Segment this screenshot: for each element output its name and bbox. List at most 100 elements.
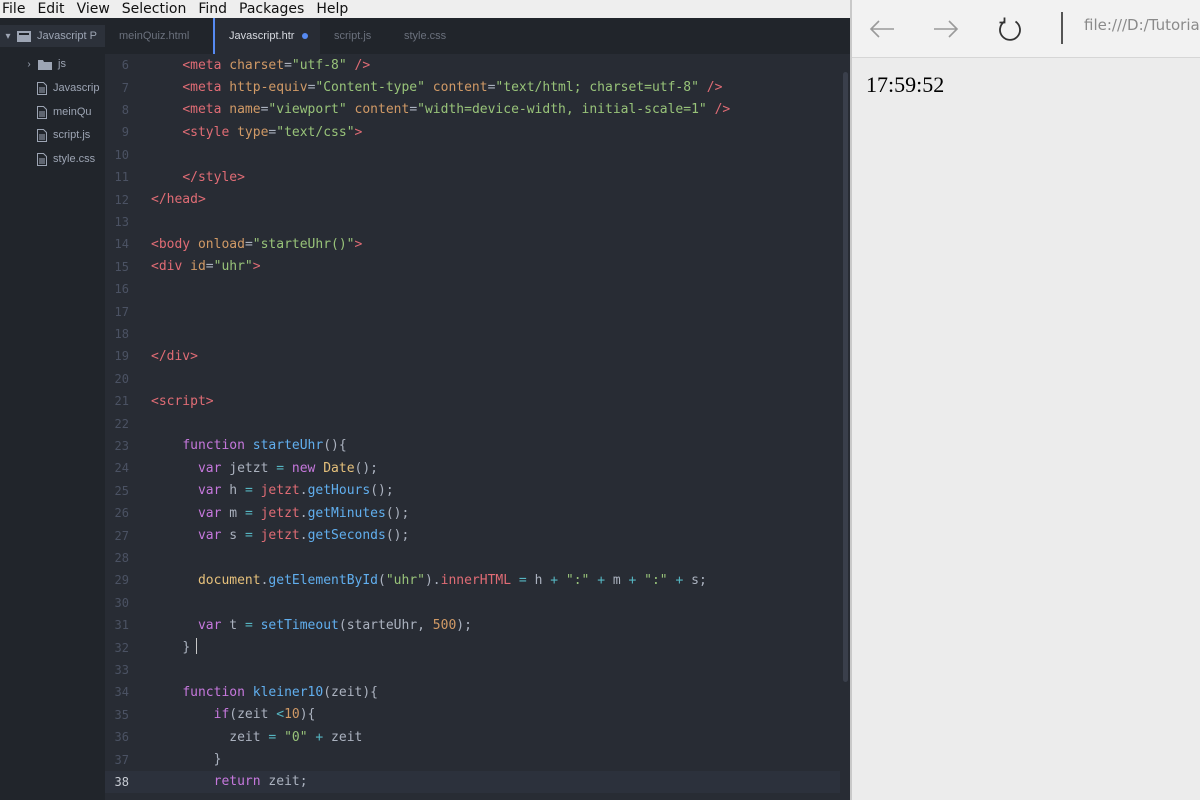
modified-dot-icon: [302, 33, 309, 39]
forward-button[interactable]: [928, 11, 964, 47]
code-line[interactable]: 6 <meta charset="utf-8" />: [105, 54, 840, 76]
code-line[interactable]: 12 </head>: [105, 188, 840, 210]
tab-meinquiz[interactable]: meinQuiz.html: [105, 18, 213, 54]
menu-edit[interactable]: Edit: [37, 0, 64, 18]
menu-selection[interactable]: Selection: [122, 0, 187, 18]
tab-label: Javascript.htr: [229, 30, 295, 42]
arrow-right-icon: [934, 20, 959, 38]
menu-file[interactable]: File: [2, 0, 25, 18]
code-line[interactable]: 11 </style>: [105, 166, 840, 188]
line-number: 26: [114, 506, 129, 521]
tree-item-file[interactable]: Javascrip: [0, 77, 105, 99]
code-line[interactable]: 29 document.getElementById("uhr").innerH…: [105, 569, 840, 591]
code-line[interactable]: 8 <meta name="viewport" content="width=d…: [105, 99, 840, 121]
code-line[interactable]: 20: [105, 368, 840, 390]
clock-output: 17:59:52: [866, 72, 945, 97]
code-line[interactable]: 30: [105, 592, 840, 614]
code-line[interactable]: 15 <div id="uhr">: [105, 256, 840, 278]
line-number: 38: [114, 774, 129, 789]
scrollbar-thumb[interactable]: [843, 72, 848, 682]
code-token: </style>: [182, 169, 245, 185]
code-text: </div>: [151, 349, 198, 364]
line-number: 14: [114, 237, 129, 252]
code-token: =: [518, 572, 535, 588]
tree-project-root[interactable]: ▾ Javascript P: [0, 25, 105, 47]
tree-item-file[interactable]: script.js: [0, 124, 105, 146]
code-line[interactable]: 34 function kleiner10(zeit){: [105, 681, 840, 703]
code-text: </head>: [151, 192, 206, 207]
code-token: s: [229, 528, 245, 544]
code-line[interactable]: 31 var t = setTimeout(starteUhr, 500);: [105, 614, 840, 636]
menu-help[interactable]: Help: [316, 0, 348, 18]
arrow-left-icon: [869, 20, 894, 38]
tree-item-file[interactable]: style.css: [0, 148, 105, 170]
code-text: var s = jetzt.getSeconds();: [151, 528, 409, 543]
line-number: 28: [114, 550, 129, 565]
tree-item-label: js: [58, 58, 66, 70]
code-token: kleiner10: [252, 684, 324, 700]
code-line[interactable]: 10: [105, 144, 840, 166]
code-line[interactable]: 24 var jetzt = new Date();: [105, 457, 840, 479]
code-line[interactable]: 14 <body onload="starteUhr()">: [105, 233, 840, 255]
line-number: 12: [114, 192, 129, 207]
tab-style-css[interactable]: style.css: [390, 18, 470, 54]
code-line[interactable]: 18: [105, 323, 840, 345]
tab-script-js[interactable]: script.js: [320, 18, 390, 54]
menu-view[interactable]: View: [77, 0, 110, 18]
address-bar[interactable]: file:///D:/Tutoria: [1084, 16, 1200, 34]
code-token: =: [268, 729, 285, 745]
code-line[interactable]: 13: [105, 211, 840, 233]
reload-button[interactable]: [992, 11, 1028, 47]
menu-find[interactable]: Find: [198, 0, 227, 18]
code-text: var h = jetzt.getHours();: [151, 483, 394, 498]
code-line[interactable]: 38 return zeit;: [105, 770, 840, 794]
line-number: 11: [114, 170, 129, 185]
code-line[interactable]: 37 }: [105, 748, 840, 770]
menu-packages[interactable]: Packages: [239, 0, 304, 18]
tree-item-folder-js[interactable]: › js: [0, 53, 105, 75]
code-line[interactable]: 26 var m = jetzt.getMinutes();: [105, 502, 840, 524]
code-line[interactable]: 22: [105, 412, 840, 434]
file-icon: [37, 128, 47, 142]
editor-scrollbar[interactable]: [840, 54, 850, 800]
line-number: 6: [121, 58, 129, 73]
code-line[interactable]: 19 </div>: [105, 345, 840, 367]
browser-toolbar: file:///D:/Tutoria: [852, 0, 1200, 58]
code-line[interactable]: 16: [105, 278, 840, 300]
line-number: 32: [114, 640, 129, 655]
code-line[interactable]: 9 <style type="text/css">: [105, 121, 840, 143]
code-token: document: [197, 572, 261, 588]
code-text: var m = jetzt.getMinutes();: [151, 506, 409, 521]
repo-icon: [17, 30, 31, 42]
code-token: +: [550, 572, 566, 588]
tree-item-label: meinQu: [53, 106, 92, 118]
code-line[interactable]: 33: [105, 659, 840, 681]
code-token: content: [354, 102, 410, 118]
tab-javascript-active[interactable]: Javascript.htr: [213, 18, 320, 54]
code-line[interactable]: 27 var s = jetzt.getSeconds();: [105, 524, 840, 546]
code-line[interactable]: 21 <script>: [105, 390, 840, 412]
code-line[interactable]: 35 if(zeit <10){: [105, 704, 840, 726]
code-line[interactable]: 23 function starteUhr(){: [105, 435, 840, 457]
code-line[interactable]: 36 zeit = "0" + zeit: [105, 726, 840, 748]
code-line[interactable]: 32 }: [105, 636, 840, 658]
tree-item-label: Javascrip: [53, 82, 100, 94]
code-token: .: [299, 505, 308, 521]
code-area[interactable]: 6 <meta charset="utf-8" /> 7 <meta http-e…: [105, 54, 840, 800]
code-line[interactable]: 17: [105, 300, 840, 322]
code-token: http-equiv: [229, 80, 308, 96]
tab-label: script.js: [334, 30, 372, 42]
code-line[interactable]: 25 var h = jetzt.getHours();: [105, 480, 840, 502]
back-button[interactable]: [864, 11, 900, 47]
code-line[interactable]: 7 <meta http-equiv="Content-type" conten…: [105, 76, 840, 98]
code-token: }: [213, 752, 222, 768]
code-line[interactable]: 28: [105, 547, 840, 569]
code-token: h: [534, 572, 551, 588]
tree-item-file[interactable]: meinQu: [0, 101, 105, 123]
line-number: 8: [121, 102, 129, 117]
